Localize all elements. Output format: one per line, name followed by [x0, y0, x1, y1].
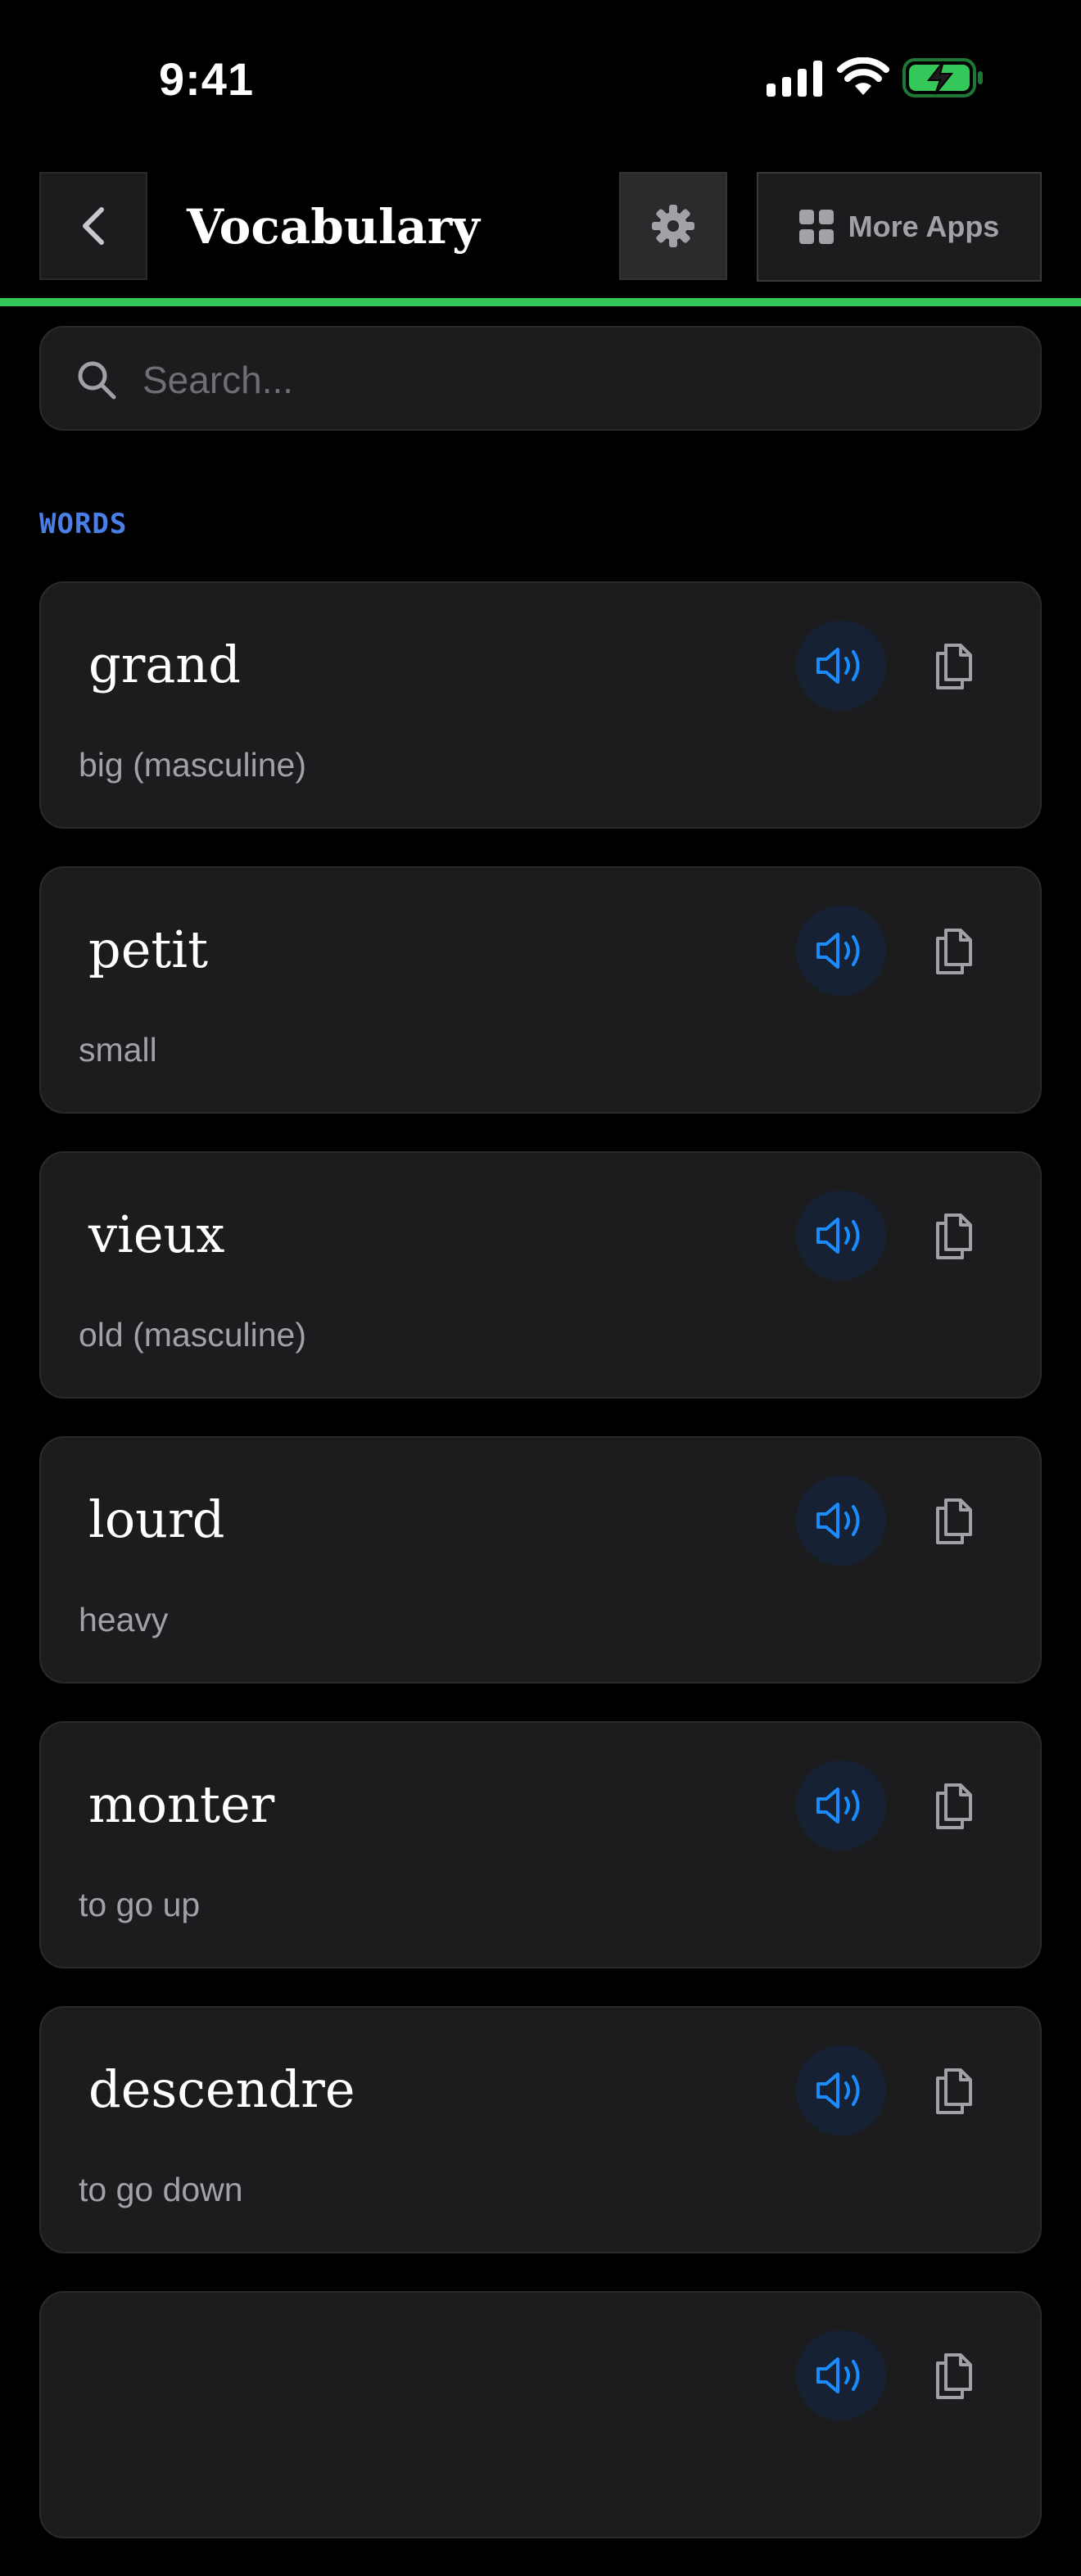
word-term: grand: [88, 635, 241, 694]
speak-button[interactable]: [796, 621, 886, 711]
word-translation: small: [79, 1031, 157, 1069]
word-term: lourd: [88, 1489, 225, 1549]
word-card[interactable]: grand big (masculine): [39, 581, 1042, 829]
progress-bar: [0, 298, 1081, 306]
word-translation: heavy: [79, 1601, 169, 1638]
copy-button[interactable]: [917, 1484, 991, 1557]
word-card[interactable]: [39, 2291, 1042, 2538]
word-card[interactable]: descendre to go down: [39, 2006, 1042, 2253]
word-card[interactable]: vieux old (masculine): [39, 1151, 1042, 1399]
battery-charging-icon: [902, 58, 983, 97]
word-card[interactable]: lourd heavy: [39, 1436, 1042, 1683]
speak-button[interactable]: [796, 1760, 886, 1851]
speaker-icon: [816, 2072, 860, 2108]
grid-icon: [798, 210, 834, 244]
copy-button[interactable]: [917, 2054, 991, 2127]
status-time: 9:41: [159, 53, 255, 105]
speak-button[interactable]: [796, 2045, 886, 2135]
page-title: Vocabulary: [187, 199, 480, 255]
speaker-icon: [816, 648, 860, 684]
copy-button[interactable]: [917, 2339, 991, 2412]
word-term: descendre: [88, 2059, 355, 2119]
word-translation: big (masculine): [79, 746, 306, 784]
copy-icon: [936, 1783, 972, 1829]
word-term: vieux: [88, 1204, 225, 1264]
copy-icon: [936, 929, 972, 974]
copy-button[interactable]: [917, 629, 991, 703]
search-icon: [78, 361, 116, 400]
more-apps-button[interactable]: More Apps: [757, 172, 1042, 282]
speaker-icon: [816, 1218, 860, 1254]
speaker-icon: [816, 1787, 860, 1824]
speaker-icon: [816, 933, 860, 969]
progress-fill: [0, 298, 1081, 306]
word-term: monter: [88, 1774, 275, 1834]
copy-button[interactable]: [917, 914, 991, 987]
copy-button[interactable]: [917, 1769, 991, 1842]
speak-button[interactable]: [796, 1191, 886, 1281]
gear-icon: [652, 205, 694, 247]
word-card[interactable]: petit small: [39, 866, 1042, 1114]
copy-icon: [936, 1213, 972, 1259]
word-card[interactable]: monter to go up: [39, 1721, 1042, 1968]
copy-icon: [936, 644, 972, 689]
word-translation: to go down: [79, 2171, 243, 2208]
speak-button[interactable]: [796, 2330, 886, 2420]
word-translation: to go up: [79, 1886, 201, 1923]
word-translation: old (masculine): [79, 1316, 306, 1354]
word-list: grand big (masculine) petit small vieux …: [39, 581, 1042, 2576]
section-label: WORDS: [39, 508, 128, 540]
speak-button[interactable]: [796, 1476, 886, 1566]
chevron-left-icon: [83, 207, 104, 245]
copy-icon: [936, 1498, 972, 1544]
copy-icon: [936, 2068, 972, 2114]
speaker-icon: [816, 1503, 860, 1539]
status-bar: 9:41: [0, 0, 1081, 156]
copy-icon: [936, 2353, 972, 2399]
signal-icon: [767, 61, 822, 97]
back-button[interactable]: [39, 172, 147, 280]
speak-button[interactable]: [796, 906, 886, 996]
settings-button[interactable]: [619, 172, 727, 280]
search-box[interactable]: [39, 326, 1042, 431]
more-apps-label: More Apps: [848, 210, 1000, 243]
wifi-icon: [837, 57, 889, 95]
search-input[interactable]: [141, 347, 1012, 413]
copy-button[interactable]: [917, 1199, 991, 1272]
word-term: petit: [88, 920, 209, 979]
speaker-icon: [816, 2357, 860, 2393]
header: Vocabulary More Apps: [0, 156, 1081, 303]
